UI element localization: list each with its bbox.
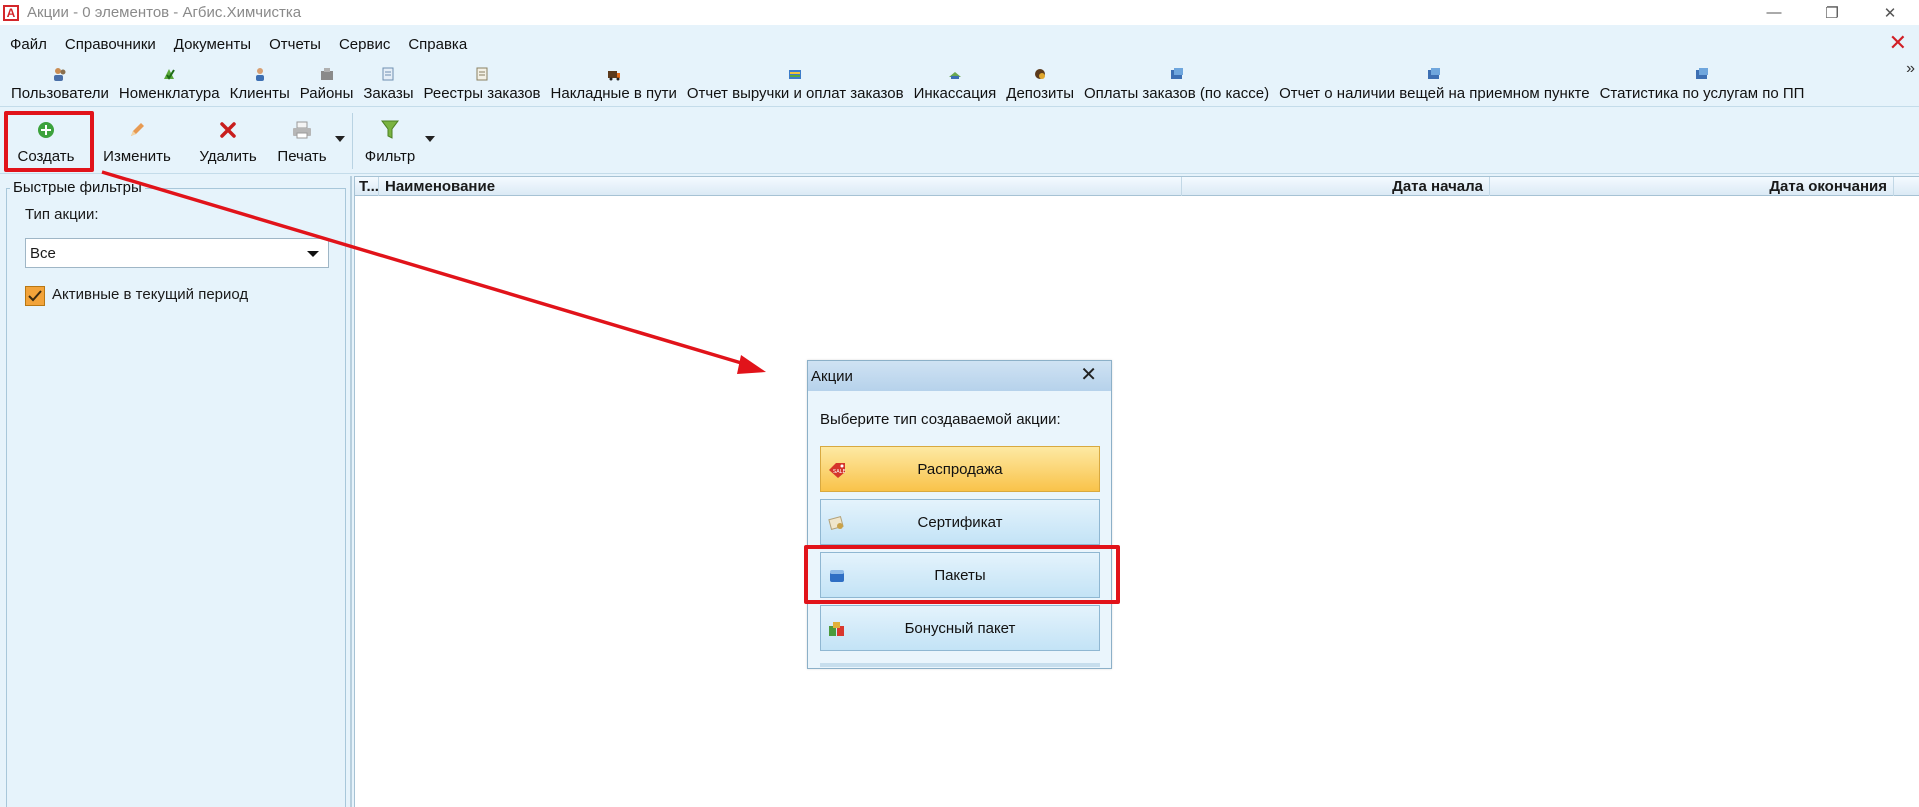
sale-option-button[interactable]: SALE Распродажа	[820, 446, 1100, 492]
package-box-icon	[827, 566, 847, 586]
window-title: Акции - 0 элементов - Агбис.Химчистка	[27, 4, 302, 21]
chevron-down-icon	[307, 251, 319, 257]
toolbar-separator	[352, 113, 353, 169]
shortcut-collection[interactable]: Инкассация	[909, 66, 1002, 102]
shortcut-revenue-report[interactable]: Отчет выручки и оплат заказов	[682, 66, 909, 102]
minimize-button[interactable]: —	[1745, 0, 1803, 25]
filter-dropdown-arrow[interactable]	[425, 136, 435, 142]
quick-filters-title: Быстрые фильтры	[10, 179, 145, 196]
toolbar: Создать Изменить Удалить Печать Фильтр	[0, 106, 1919, 174]
dialog-prompt: Выберите тип создаваемой акции:	[820, 411, 1061, 428]
registry-icon	[474, 66, 490, 82]
menu-service[interactable]: Сервис	[329, 36, 398, 53]
close-document-icon[interactable]: ✕	[1889, 32, 1907, 54]
shortcut-nomenclature[interactable]: Номенклатура	[114, 66, 225, 102]
shortcuts-more-button[interactable]: »	[1906, 60, 1915, 78]
dialog-close-button[interactable]: ✕	[1080, 365, 1097, 385]
menu-reports[interactable]: Отчеты	[259, 36, 329, 53]
edit-button[interactable]: Изменить	[100, 107, 174, 173]
shortcut-deposits[interactable]: Депозиты	[1001, 66, 1079, 102]
users-icon	[52, 66, 68, 82]
promo-type-select[interactable]: Все	[25, 238, 329, 268]
packages-option-button[interactable]: Пакеты	[820, 552, 1100, 598]
shortcut-districts[interactable]: Районы	[295, 66, 359, 102]
revenue-report-icon	[787, 66, 803, 82]
printer-icon	[290, 118, 314, 142]
print-button[interactable]: Печать	[272, 107, 332, 173]
sale-tag-icon: SALE	[827, 460, 847, 480]
column-type[interactable]: Т...	[355, 177, 379, 196]
shortcut-payments[interactable]: Оплаты заказов (по кассе)	[1079, 66, 1274, 102]
active-period-label: Активные в текущий период	[52, 286, 249, 303]
title-bar: A Акции - 0 элементов - Агбис.Химчистка …	[0, 0, 1919, 25]
column-end-date[interactable]: Дата окончания	[1490, 177, 1894, 196]
delete-button[interactable]: Удалить	[196, 107, 260, 173]
collection-icon	[947, 66, 963, 82]
shortcut-order-registries[interactable]: Реестры заказов	[419, 66, 546, 102]
district-icon	[319, 66, 335, 82]
column-name[interactable]: Наименование	[379, 177, 1182, 196]
app-logo-icon: A	[3, 4, 19, 21]
dialog-title: Акции	[811, 367, 853, 385]
menu-references[interactable]: Справочники	[55, 36, 164, 53]
create-button[interactable]: Создать	[14, 107, 78, 173]
availability-report-icon	[1426, 66, 1442, 82]
deposit-icon	[1032, 66, 1048, 82]
column-start-date[interactable]: Дата начала	[1182, 177, 1490, 196]
waybill-icon	[606, 66, 622, 82]
menu-file[interactable]: Файл	[0, 36, 55, 53]
maximize-button[interactable]: ❐	[1803, 0, 1861, 25]
dialog-title-bar: Акции	[808, 361, 1111, 391]
payments-icon	[1169, 66, 1185, 82]
quick-filters-group	[6, 188, 346, 807]
menu-help[interactable]: Справка	[398, 36, 475, 53]
nomenclature-icon	[161, 66, 177, 82]
shortcut-availability-report[interactable]: Отчет о наличии вещей на приемном пункте	[1274, 66, 1595, 102]
funnel-icon	[378, 118, 402, 142]
shortcut-users[interactable]: Пользователи	[6, 66, 114, 102]
promotions-grid: Т... Наименование Дата начала Дата оконч…	[354, 176, 1919, 807]
shortcut-clients[interactable]: Клиенты	[225, 66, 295, 102]
certificate-option-button[interactable]: Сертификат	[820, 499, 1100, 545]
statistics-icon	[1694, 66, 1710, 82]
bonus-package-icon	[827, 619, 847, 639]
filter-button[interactable]: Фильтр	[362, 107, 418, 173]
window-close-button[interactable]: ✕	[1861, 0, 1919, 25]
delete-x-icon	[216, 118, 240, 142]
promo-type-dialog: Акции ✕ Выберите тип создаваемой акции: …	[807, 360, 1112, 669]
shortcut-bar: Пользователи Номенклатура Клиенты Районы…	[0, 60, 1809, 102]
window-controls: — ❐ ✕	[1745, 0, 1919, 25]
menu-bar: Файл Справочники Документы Отчеты Сервис…	[0, 31, 475, 57]
shortcut-orders[interactable]: Заказы	[358, 66, 418, 102]
plus-circle-icon	[34, 118, 58, 142]
active-period-checkbox[interactable]	[25, 286, 45, 306]
certificate-icon	[827, 513, 847, 533]
menu-documents[interactable]: Документы	[164, 36, 259, 53]
dialog-bottom-bar	[820, 663, 1100, 667]
grid-header: Т... Наименование Дата начала Дата оконч…	[355, 176, 1919, 196]
promo-type-value: Все	[30, 244, 56, 262]
shortcut-waybills[interactable]: Накладные в пути	[546, 66, 682, 102]
quick-filters-panel: Быстрые фильтры Тип акции: Все Активные …	[0, 176, 352, 807]
svg-text:SALE: SALE	[833, 469, 846, 475]
client-icon	[252, 66, 268, 82]
promo-type-label: Тип акции:	[25, 206, 99, 223]
pencil-icon	[125, 118, 149, 142]
shortcut-statistics[interactable]: Статистика по услугам по ПП	[1595, 66, 1810, 102]
orders-icon	[380, 66, 396, 82]
print-dropdown-arrow[interactable]	[335, 136, 345, 142]
checkmark-icon	[28, 290, 42, 302]
bonus-package-option-button[interactable]: Бонусный пакет	[820, 605, 1100, 651]
